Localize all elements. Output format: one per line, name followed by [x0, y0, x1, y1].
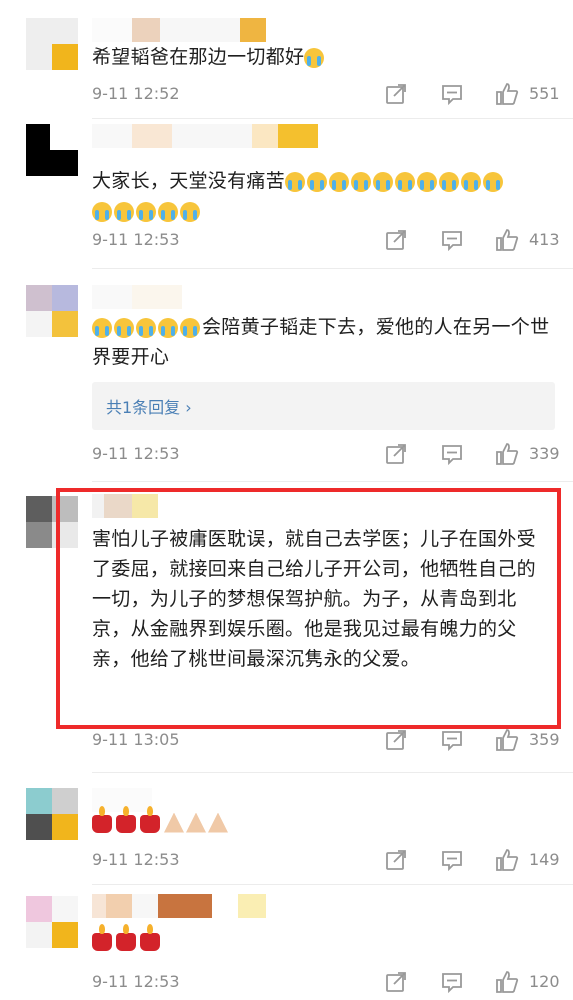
timestamp: 9-11 12:52	[92, 84, 180, 103]
divider	[92, 884, 573, 885]
like-count: 551	[529, 84, 560, 103]
divider	[92, 481, 573, 482]
candle-icon	[116, 805, 136, 833]
candle-icon	[116, 924, 136, 951]
avatar[interactable]	[26, 896, 78, 948]
thumbs-up-icon[interactable]	[495, 228, 521, 254]
candle-icon	[92, 805, 112, 833]
username[interactable]	[92, 285, 192, 309]
candle-icon	[92, 924, 112, 951]
comment-meta: 9-11 12:53 339	[92, 442, 560, 468]
like-count: 413	[529, 230, 560, 249]
comment-icon[interactable]	[440, 970, 466, 996]
comment-text: 会陪黄子韬走下去，爱他的人在另一个世界要开心	[92, 316, 550, 368]
divider	[92, 772, 573, 773]
candle-icon	[140, 924, 160, 951]
like-count: 339	[529, 444, 560, 463]
comment-meta: 9-11 13:05 359	[92, 728, 560, 754]
username[interactable]	[92, 124, 332, 148]
timestamp: 9-11 12:53	[92, 850, 180, 869]
timestamp: 9-11 12:53	[92, 444, 180, 463]
comment-meta: 9-11 12:53 413	[92, 228, 560, 254]
thumbs-up-icon[interactable]	[495, 728, 521, 754]
comment-icon[interactable]	[440, 728, 466, 754]
folded-hands-icon	[208, 812, 228, 833]
avatar[interactable]	[26, 124, 78, 176]
comment-icon[interactable]	[440, 82, 466, 108]
avatar[interactable]	[26, 788, 78, 840]
username[interactable]	[92, 18, 292, 42]
like-count: 120	[529, 972, 560, 991]
timestamp: 9-11 12:53	[92, 230, 180, 249]
crying-face-icon	[304, 47, 325, 68]
comment-icon[interactable]	[440, 228, 466, 254]
comment-icon[interactable]	[440, 442, 466, 468]
like-count: 359	[529, 730, 560, 749]
share-icon[interactable]	[384, 848, 410, 874]
thumbs-up-icon[interactable]	[495, 442, 521, 468]
comment-meta: 9-11 12:52 551	[92, 82, 560, 108]
share-icon[interactable]	[384, 442, 410, 468]
share-icon[interactable]	[384, 728, 410, 754]
thumbs-up-icon[interactable]	[495, 848, 521, 874]
highlight-box	[56, 488, 561, 729]
comment-icon[interactable]	[440, 848, 466, 874]
divider	[92, 268, 573, 269]
comment-meta: 9-11 12:53 120	[92, 970, 560, 996]
comment-meta: 9-11 12:53 149	[92, 848, 560, 874]
folded-hands-icon	[164, 812, 184, 833]
like-count: 149	[529, 850, 560, 869]
timestamp: 9-11 12:53	[92, 972, 180, 991]
comment-text: 希望韬爸在那边一切都好	[92, 42, 557, 72]
share-icon[interactable]	[384, 82, 410, 108]
share-icon[interactable]	[384, 970, 410, 996]
thumbs-up-icon[interactable]	[495, 970, 521, 996]
username[interactable]	[92, 788, 192, 812]
reply-thread-link[interactable]: 共1条回复 ›	[92, 382, 555, 430]
avatar[interactable]	[26, 285, 78, 337]
emoji-line	[92, 924, 164, 956]
candle-icon	[140, 805, 160, 833]
emoji-line	[92, 805, 230, 836]
folded-hands-icon	[186, 812, 206, 833]
timestamp: 9-11 13:05	[92, 730, 180, 749]
username[interactable]	[92, 894, 282, 918]
thumbs-up-icon[interactable]	[495, 82, 521, 108]
share-icon[interactable]	[384, 228, 410, 254]
divider	[92, 118, 573, 119]
avatar[interactable]	[26, 18, 78, 70]
comment-text: 大家长，天堂没有痛苦	[92, 166, 557, 226]
